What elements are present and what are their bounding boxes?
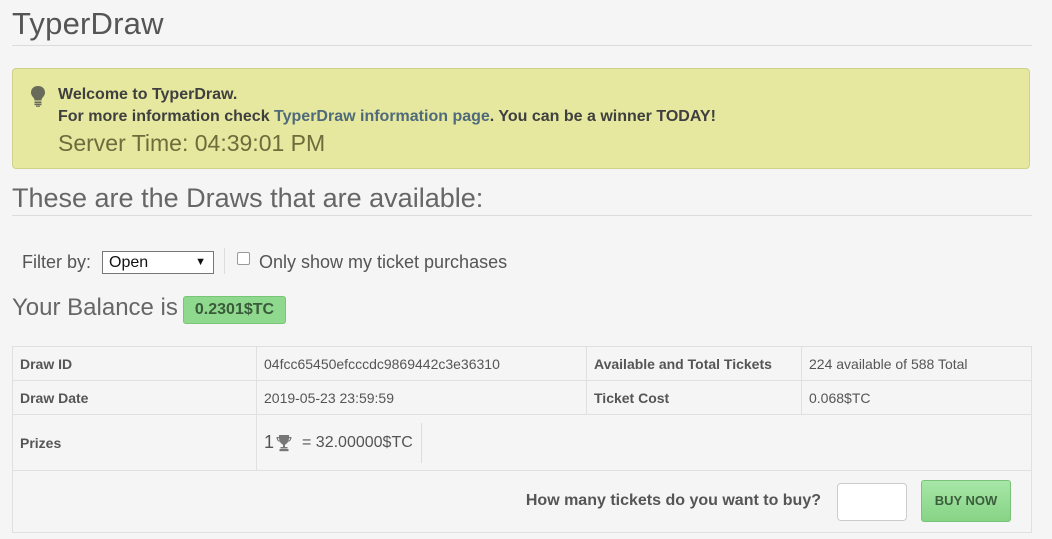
filter-select[interactable]: Open ▼ <box>102 251 214 274</box>
info-text-suffix: . You can be a winner TODAY! <box>489 108 716 125</box>
title-divider <box>12 45 1032 46</box>
dropdown-arrow-icon: ▼ <box>195 256 206 268</box>
draw-id-value: 04fcc65450efcccdc9869442c3e36310 <box>256 346 587 381</box>
draws-heading: These are the Draws that are available: <box>12 183 484 213</box>
buy-area: How many tickets do you want to buy? BUY… <box>13 472 1031 532</box>
buy-now-button[interactable]: BUY NOW <box>921 479 1011 522</box>
filter-divider <box>224 248 225 274</box>
welcome-alert: Welcome to TyperDraw. For more informati… <box>12 68 1030 169</box>
balance-badge: 0.2301$TC <box>183 296 286 324</box>
lightbulb-icon <box>31 86 45 107</box>
ticket-cost-label: Ticket Cost <box>586 380 802 415</box>
tickets-value: 224 available of 588 Total <box>801 346 1032 381</box>
prize-amount: = 32.00000$TC <box>302 433 413 451</box>
server-time: Server Time: 04:39:01 PM <box>58 130 326 156</box>
table-row: Draw Date 2019-05-23 23:59:59 Ticket Cos… <box>12 380 1032 415</box>
ticket-cost-value: 0.068$TC <box>801 380 1032 415</box>
table-row: How many tickets do you want to buy? BUY… <box>12 470 1032 533</box>
prizes-label: Prizes <box>12 414 257 471</box>
only-my-purchases-label[interactable]: Only show my ticket purchases <box>259 252 507 273</box>
app-title: TyperDraw <box>12 6 164 41</box>
draw-date-value: 2019-05-23 23:59:59 <box>256 380 587 415</box>
info-text-prefix: For more information check <box>58 108 275 125</box>
only-my-purchases-checkbox[interactable] <box>237 252 250 265</box>
prize-item: 1 = 32.00000$TC <box>264 422 422 463</box>
draws-divider <box>12 215 1032 216</box>
trophy-icon <box>276 434 292 451</box>
prizes-cell: 1 = 32.00000$TC <box>256 414 1032 471</box>
table-row: Prizes 1 = 32.00000$TC <box>12 414 1032 471</box>
buy-cell: How many tickets do you want to buy? BUY… <box>12 470 1032 533</box>
draw-date-label: Draw Date <box>12 380 257 415</box>
prize-rank: 1 <box>264 432 275 452</box>
draw-id-label: Draw ID <box>12 346 257 381</box>
welcome-text: Welcome to TyperDraw. <box>58 86 238 103</box>
info-page-link[interactable]: TyperDraw information page <box>274 108 490 125</box>
tickets-label: Available and Total Tickets <box>586 346 802 381</box>
filter-label: Filter by: <box>22 252 92 272</box>
ticket-quantity-label: How many tickets do you want to buy? <box>525 491 821 509</box>
page: TyperDraw Welcome to TyperDraw. For more… <box>0 0 1052 539</box>
balance-label: Your Balance is <box>12 294 178 321</box>
table-row: Draw ID 04fcc65450efcccdc9869442c3e36310… <box>12 346 1032 381</box>
ticket-quantity-input[interactable] <box>837 482 907 521</box>
draw-details-table: Draw ID 04fcc65450efcccdc9869442c3e36310… <box>12 346 1032 533</box>
filter-selected-value: Open <box>109 254 149 271</box>
info-text: For more information check TyperDraw inf… <box>58 108 716 126</box>
